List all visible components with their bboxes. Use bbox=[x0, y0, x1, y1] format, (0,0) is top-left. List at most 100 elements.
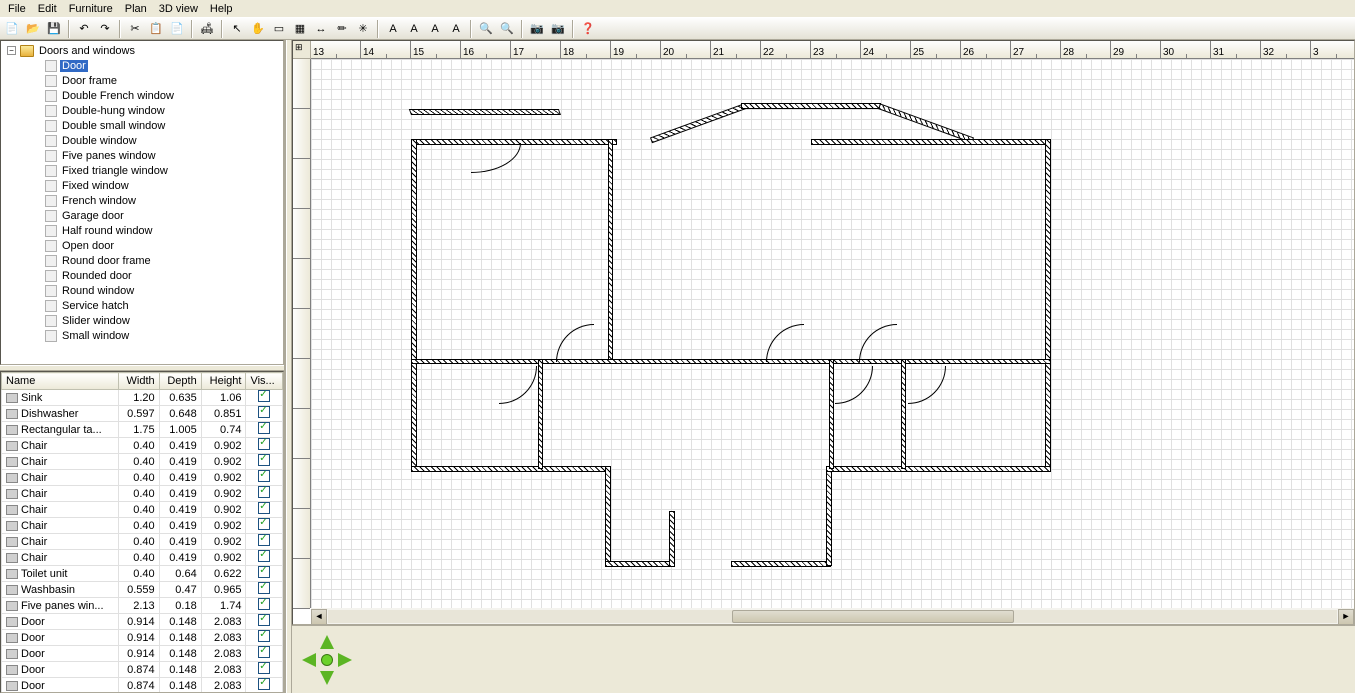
open-icon[interactable]: 📂 bbox=[24, 20, 42, 38]
nav-right-icon[interactable] bbox=[338, 653, 352, 667]
table-row[interactable]: Washbasin0.5590.470.965 bbox=[2, 582, 283, 598]
checkbox-icon[interactable] bbox=[258, 646, 270, 658]
menu-furniture[interactable]: Furniture bbox=[63, 2, 119, 16]
checkbox-icon[interactable] bbox=[258, 502, 270, 514]
help-icon[interactable]: ❓ bbox=[579, 20, 597, 38]
table-header[interactable]: Depth bbox=[159, 373, 201, 390]
scroll-right-icon[interactable]: ► bbox=[1338, 609, 1354, 625]
cell-visible[interactable] bbox=[246, 630, 283, 646]
checkbox-icon[interactable] bbox=[258, 550, 270, 562]
checkbox-icon[interactable] bbox=[258, 438, 270, 450]
table-row[interactable]: Chair0.400.4190.902 bbox=[2, 438, 283, 454]
photo-icon[interactable]: 📷 bbox=[528, 20, 546, 38]
table-row[interactable]: Sink1.200.6351.06 bbox=[2, 390, 283, 406]
table-row[interactable]: Chair0.400.4190.902 bbox=[2, 502, 283, 518]
table-row[interactable]: Chair0.400.4190.902 bbox=[2, 518, 283, 534]
tree-item[interactable]: Half round window bbox=[3, 223, 281, 238]
cell-visible[interactable] bbox=[246, 550, 283, 566]
cell-visible[interactable] bbox=[246, 614, 283, 630]
furniture-table-panel[interactable]: NameWidthDepthHeightVis... Sink1.200.635… bbox=[0, 371, 284, 693]
italic-icon[interactable]: A bbox=[447, 20, 465, 38]
compass-icon[interactable]: ✳ bbox=[354, 20, 372, 38]
table-row[interactable]: Door0.8740.1482.083 bbox=[2, 662, 283, 678]
cell-visible[interactable] bbox=[246, 534, 283, 550]
tree-item[interactable]: Small window bbox=[3, 328, 281, 343]
tree-item[interactable]: Garage door bbox=[3, 208, 281, 223]
text-big-icon[interactable]: A bbox=[384, 20, 402, 38]
text-tool-icon[interactable]: ✏ bbox=[333, 20, 351, 38]
tree-item[interactable]: Door frame bbox=[3, 73, 281, 88]
tree-root-node[interactable]: − Doors and windows bbox=[3, 43, 281, 58]
paste-icon[interactable]: 📄 bbox=[168, 20, 186, 38]
tree-item[interactable]: Fixed window bbox=[3, 178, 281, 193]
tree-item[interactable]: Round door frame bbox=[3, 253, 281, 268]
plan-scrollbar-horizontal[interactable]: ◄ ► bbox=[311, 608, 1354, 624]
cell-visible[interactable] bbox=[246, 390, 283, 406]
add-furniture-icon[interactable]: 🛋 bbox=[198, 20, 216, 38]
bold-icon[interactable]: A bbox=[426, 20, 444, 38]
cell-visible[interactable] bbox=[246, 646, 283, 662]
text-small-icon[interactable]: A bbox=[405, 20, 423, 38]
scrollbar-thumb[interactable] bbox=[732, 610, 1015, 623]
checkbox-icon[interactable] bbox=[258, 454, 270, 466]
checkbox-icon[interactable] bbox=[258, 614, 270, 626]
cell-visible[interactable] bbox=[246, 678, 283, 693]
cell-visible[interactable] bbox=[246, 470, 283, 486]
cell-visible[interactable] bbox=[246, 582, 283, 598]
checkbox-icon[interactable] bbox=[258, 406, 270, 418]
nav-compass[interactable] bbox=[302, 635, 352, 685]
table-header[interactable]: Width bbox=[118, 373, 159, 390]
table-row[interactable]: Chair0.400.4190.902 bbox=[2, 486, 283, 502]
menu-plan[interactable]: Plan bbox=[119, 2, 153, 16]
copy-icon[interactable]: 📋 bbox=[147, 20, 165, 38]
zoom-out-icon[interactable]: 🔍 bbox=[498, 20, 516, 38]
video-icon[interactable]: 📷 bbox=[549, 20, 567, 38]
table-row[interactable]: Five panes win...2.130.181.74 bbox=[2, 598, 283, 614]
cell-visible[interactable] bbox=[246, 454, 283, 470]
cell-visible[interactable] bbox=[246, 518, 283, 534]
checkbox-icon[interactable] bbox=[258, 662, 270, 674]
checkbox-icon[interactable] bbox=[258, 518, 270, 530]
cell-visible[interactable] bbox=[246, 662, 283, 678]
undo-icon[interactable]: ↶ bbox=[75, 20, 93, 38]
tree-item[interactable]: Double French window bbox=[3, 88, 281, 103]
table-row[interactable]: Dishwasher0.5970.6480.851 bbox=[2, 406, 283, 422]
room-tool-icon[interactable]: ▦ bbox=[291, 20, 309, 38]
table-row[interactable]: Chair0.400.4190.902 bbox=[2, 550, 283, 566]
tree-item[interactable]: Open door bbox=[3, 238, 281, 253]
tree-item[interactable]: Rounded door bbox=[3, 268, 281, 283]
table-row[interactable]: Door0.9140.1482.083 bbox=[2, 646, 283, 662]
tree-item[interactable]: Double small window bbox=[3, 118, 281, 133]
tree-item[interactable]: Five panes window bbox=[3, 148, 281, 163]
table-row[interactable]: Toilet unit0.400.640.622 bbox=[2, 566, 283, 582]
nav-left-icon[interactable] bbox=[302, 653, 316, 667]
tree-item[interactable]: Service hatch bbox=[3, 298, 281, 313]
table-row[interactable]: Door0.8740.1482.083 bbox=[2, 678, 283, 693]
cell-visible[interactable] bbox=[246, 406, 283, 422]
catalog-tree[interactable]: − Doors and windows DoorDoor frameDouble… bbox=[0, 40, 284, 365]
tree-item[interactable]: French window bbox=[3, 193, 281, 208]
cell-visible[interactable] bbox=[246, 566, 283, 582]
wall-tool-icon[interactable]: ▭ bbox=[270, 20, 288, 38]
table-header[interactable]: Name bbox=[2, 373, 119, 390]
checkbox-icon[interactable] bbox=[258, 566, 270, 578]
table-header[interactable]: Vis... bbox=[246, 373, 283, 390]
table-row[interactable]: Chair0.400.4190.902 bbox=[2, 470, 283, 486]
menu-file[interactable]: File bbox=[2, 2, 32, 16]
checkbox-icon[interactable] bbox=[258, 486, 270, 498]
tree-item[interactable]: Slider window bbox=[3, 313, 281, 328]
collapse-icon[interactable]: − bbox=[7, 46, 16, 55]
table-row[interactable]: Rectangular ta...1.751.0050.74 bbox=[2, 422, 283, 438]
zoom-in-icon[interactable]: 🔍 bbox=[477, 20, 495, 38]
cell-visible[interactable] bbox=[246, 598, 283, 614]
select-tool-icon[interactable]: ↖ bbox=[228, 20, 246, 38]
nav-down-icon[interactable] bbox=[320, 671, 334, 685]
checkbox-icon[interactable] bbox=[258, 598, 270, 610]
redo-icon[interactable]: ↷ bbox=[96, 20, 114, 38]
cut-icon[interactable]: ✂ bbox=[126, 20, 144, 38]
checkbox-icon[interactable] bbox=[258, 582, 270, 594]
checkbox-icon[interactable] bbox=[258, 390, 270, 402]
cell-visible[interactable] bbox=[246, 438, 283, 454]
scroll-left-icon[interactable]: ◄ bbox=[311, 609, 327, 625]
checkbox-icon[interactable] bbox=[258, 534, 270, 546]
